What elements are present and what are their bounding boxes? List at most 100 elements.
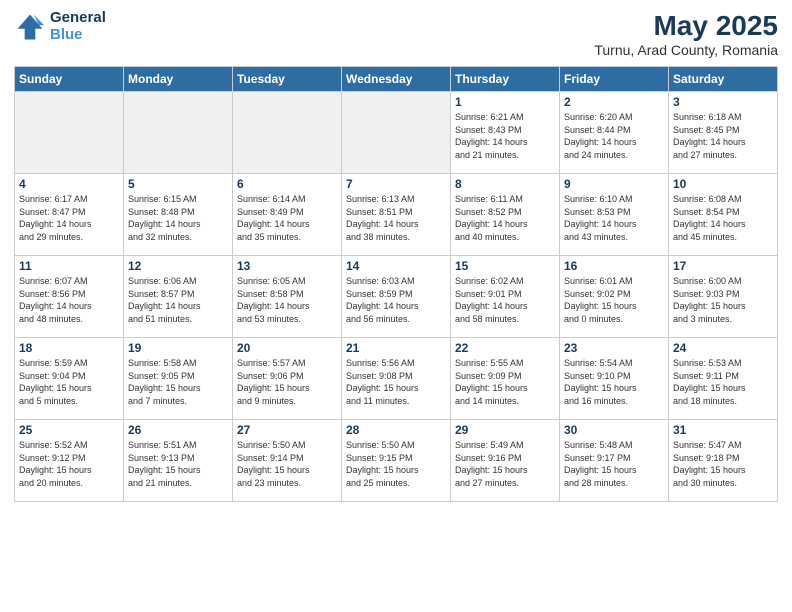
calendar-cell: 9Sunrise: 6:10 AM Sunset: 8:53 PM Daylig… (560, 174, 669, 256)
calendar-cell: 12 Sunrise: 6:06 AM Sunset: 8:57 PM Dayli… (124, 256, 233, 338)
subtitle: Turnu, Arad County, Romania (594, 42, 778, 58)
day-info: Sunrise: 6:17 AM Sunset: 8:47 PM Dayligh… (19, 193, 119, 243)
day-info: Sunrise: 5:54 AM Sunset: 9:10 PM Dayligh… (564, 357, 664, 407)
day-number: 12 (128, 259, 228, 273)
calendar-cell: 18Sunrise: 5:59 AM Sunset: 9:04 PM Dayli… (15, 338, 124, 420)
calendar-cell: 21 Sunrise: 5:56 AM Sunset: 9:08 PM Dayli… (342, 338, 451, 420)
calendar-cell: 5 Sunrise: 6:15 AM Sunset: 8:48 PM Daylig… (124, 174, 233, 256)
calendar-cell (342, 92, 451, 174)
day-info: Sunrise: 6:14 AM Sunset: 8:49 PM Dayligh… (237, 193, 337, 243)
day-info: Sunrise: 5:47 AM Sunset: 9:18 PM Dayligh… (673, 439, 773, 489)
day-number: 21 (346, 341, 446, 355)
calendar-cell: 29Sunrise: 5:49 AM Sunset: 9:16 PM Dayli… (451, 420, 560, 502)
day-info: Sunrise: 5:50 AM Sunset: 9:14 PM Dayligh… (237, 439, 337, 489)
day-info: Sunrise: 6:18 AM Sunset: 8:45 PM Dayligh… (673, 111, 773, 161)
day-info: Sunrise: 6:20 AM Sunset: 8:44 PM Dayligh… (564, 111, 664, 161)
calendar-header-friday: Friday (560, 67, 669, 92)
day-number: 7 (346, 177, 446, 191)
calendar-cell (124, 92, 233, 174)
main-title: May 2025 (594, 10, 778, 42)
calendar-cell: 10 Sunrise: 6:08 AM Sunset: 8:54 PM Dayli… (669, 174, 778, 256)
logo: General Blue (14, 10, 106, 43)
day-number: 23 (564, 341, 664, 355)
calendar-cell: 4 Sunrise: 6:17 AM Sunset: 8:47 PM Daylig… (15, 174, 124, 256)
calendar-cell: 15Sunrise: 6:02 AM Sunset: 9:01 PM Dayli… (451, 256, 560, 338)
calendar-cell: 31 Sunrise: 5:47 AM Sunset: 9:18 PM Dayli… (669, 420, 778, 502)
week-row-2: 4 Sunrise: 6:17 AM Sunset: 8:47 PM Daylig… (15, 174, 778, 256)
day-info: Sunrise: 6:02 AM Sunset: 9:01 PM Dayligh… (455, 275, 555, 325)
logo-icon (14, 11, 46, 43)
calendar-header-tuesday: Tuesday (233, 67, 342, 92)
day-info: Sunrise: 5:57 AM Sunset: 9:06 PM Dayligh… (237, 357, 337, 407)
week-row-3: 11 Sunrise: 6:07 AM Sunset: 8:56 PM Dayli… (15, 256, 778, 338)
day-info: Sunrise: 6:00 AM Sunset: 9:03 PM Dayligh… (673, 275, 773, 325)
day-info: Sunrise: 6:05 AM Sunset: 8:58 PM Dayligh… (237, 275, 337, 325)
calendar-cell: 26 Sunrise: 5:51 AM Sunset: 9:13 PM Dayli… (124, 420, 233, 502)
header: General Blue May 2025 Turnu, Arad County… (14, 10, 778, 58)
calendar-cell: 30 Sunrise: 5:48 AM Sunset: 9:17 PM Dayli… (560, 420, 669, 502)
calendar-cell (15, 92, 124, 174)
day-number: 5 (128, 177, 228, 191)
day-number: 31 (673, 423, 773, 437)
day-info: Sunrise: 6:07 AM Sunset: 8:56 PM Dayligh… (19, 275, 119, 325)
calendar-header-saturday: Saturday (669, 67, 778, 92)
day-info: Sunrise: 6:01 AM Sunset: 9:02 PM Dayligh… (564, 275, 664, 325)
day-info: Sunrise: 5:58 AM Sunset: 9:05 PM Dayligh… (128, 357, 228, 407)
calendar-cell: 7Sunrise: 6:13 AM Sunset: 8:51 PM Daylig… (342, 174, 451, 256)
day-info: Sunrise: 5:56 AM Sunset: 9:08 PM Dayligh… (346, 357, 446, 407)
calendar-cell: 14Sunrise: 6:03 AM Sunset: 8:59 PM Dayli… (342, 256, 451, 338)
day-info: Sunrise: 6:06 AM Sunset: 8:57 PM Dayligh… (128, 275, 228, 325)
day-number: 2 (564, 95, 664, 109)
day-info: Sunrise: 5:52 AM Sunset: 9:12 PM Dayligh… (19, 439, 119, 489)
calendar-cell (233, 92, 342, 174)
calendar-cell: 27Sunrise: 5:50 AM Sunset: 9:14 PM Dayli… (233, 420, 342, 502)
day-number: 11 (19, 259, 119, 273)
title-block: May 2025 Turnu, Arad County, Romania (594, 10, 778, 58)
calendar-cell: 2 Sunrise: 6:20 AM Sunset: 8:44 PM Daylig… (560, 92, 669, 174)
day-info: Sunrise: 6:15 AM Sunset: 8:48 PM Dayligh… (128, 193, 228, 243)
day-number: 10 (673, 177, 773, 191)
day-number: 28 (346, 423, 446, 437)
logo-blue-text: Blue (50, 27, 106, 44)
calendar-header-thursday: Thursday (451, 67, 560, 92)
day-info: Sunrise: 5:55 AM Sunset: 9:09 PM Dayligh… (455, 357, 555, 407)
day-info: Sunrise: 6:03 AM Sunset: 8:59 PM Dayligh… (346, 275, 446, 325)
day-number: 26 (128, 423, 228, 437)
day-number: 19 (128, 341, 228, 355)
day-info: Sunrise: 5:48 AM Sunset: 9:17 PM Dayligh… (564, 439, 664, 489)
day-info: Sunrise: 5:49 AM Sunset: 9:16 PM Dayligh… (455, 439, 555, 489)
day-number: 1 (455, 95, 555, 109)
day-info: Sunrise: 6:08 AM Sunset: 8:54 PM Dayligh… (673, 193, 773, 243)
logo-text: General Blue (50, 10, 106, 43)
day-info: Sunrise: 5:51 AM Sunset: 9:13 PM Dayligh… (128, 439, 228, 489)
calendar-cell: 11 Sunrise: 6:07 AM Sunset: 8:56 PM Dayli… (15, 256, 124, 338)
week-row-5: 25Sunrise: 5:52 AM Sunset: 9:12 PM Dayli… (15, 420, 778, 502)
calendar-cell: 1Sunrise: 6:21 AM Sunset: 8:43 PM Daylig… (451, 92, 560, 174)
calendar-cell: 16Sunrise: 6:01 AM Sunset: 9:02 PM Dayli… (560, 256, 669, 338)
day-info: Sunrise: 6:10 AM Sunset: 8:53 PM Dayligh… (564, 193, 664, 243)
calendar-header-wednesday: Wednesday (342, 67, 451, 92)
day-number: 22 (455, 341, 555, 355)
day-number: 4 (19, 177, 119, 191)
calendar-table: SundayMondayTuesdayWednesdayThursdayFrid… (14, 66, 778, 502)
day-info: Sunrise: 6:11 AM Sunset: 8:52 PM Dayligh… (455, 193, 555, 243)
calendar-cell: 24Sunrise: 5:53 AM Sunset: 9:11 PM Dayli… (669, 338, 778, 420)
day-number: 20 (237, 341, 337, 355)
day-number: 8 (455, 177, 555, 191)
calendar-cell: 6 Sunrise: 6:14 AM Sunset: 8:49 PM Daylig… (233, 174, 342, 256)
calendar-header-row: SundayMondayTuesdayWednesdayThursdayFrid… (15, 67, 778, 92)
week-row-1: 1Sunrise: 6:21 AM Sunset: 8:43 PM Daylig… (15, 92, 778, 174)
calendar-cell: 23 Sunrise: 5:54 AM Sunset: 9:10 PM Dayli… (560, 338, 669, 420)
day-number: 3 (673, 95, 773, 109)
calendar-cell: 8 Sunrise: 6:11 AM Sunset: 8:52 PM Daylig… (451, 174, 560, 256)
week-row-4: 18Sunrise: 5:59 AM Sunset: 9:04 PM Dayli… (15, 338, 778, 420)
calendar-cell: 20 Sunrise: 5:57 AM Sunset: 9:06 PM Dayli… (233, 338, 342, 420)
day-number: 30 (564, 423, 664, 437)
calendar-cell: 22 Sunrise: 5:55 AM Sunset: 9:09 PM Dayli… (451, 338, 560, 420)
day-number: 6 (237, 177, 337, 191)
calendar-header-sunday: Sunday (15, 67, 124, 92)
calendar-cell: 19 Sunrise: 5:58 AM Sunset: 9:05 PM Dayli… (124, 338, 233, 420)
calendar-cell: 17Sunrise: 6:00 AM Sunset: 9:03 PM Dayli… (669, 256, 778, 338)
day-info: Sunrise: 5:50 AM Sunset: 9:15 PM Dayligh… (346, 439, 446, 489)
calendar-cell: 25Sunrise: 5:52 AM Sunset: 9:12 PM Dayli… (15, 420, 124, 502)
